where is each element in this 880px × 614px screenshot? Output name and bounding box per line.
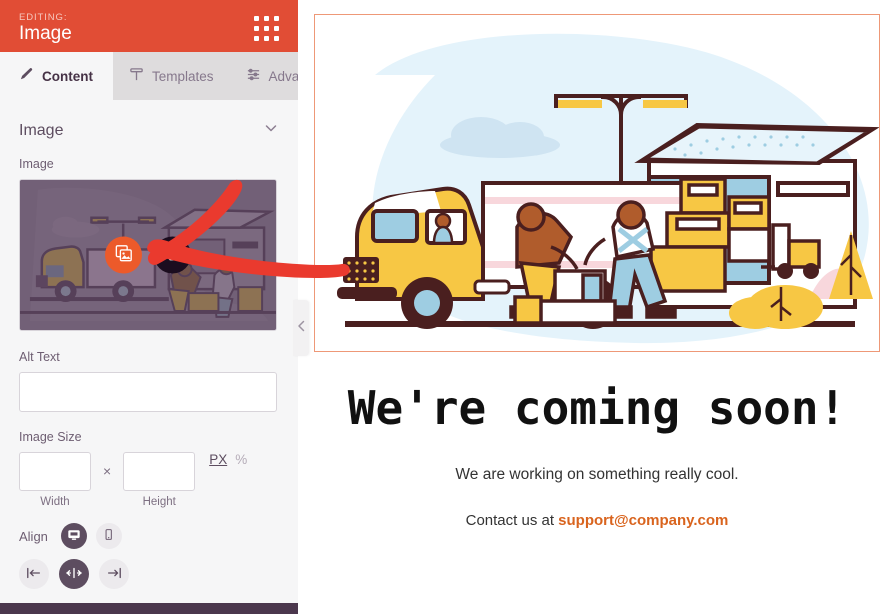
unit-toggle-group: PX %	[209, 452, 247, 467]
panel-tabs: Content Templates Advanced	[0, 52, 329, 100]
page-preview: We're coming soon! We are working on som…	[298, 0, 880, 614]
panel-body: Image Image Alt Text Image Size Width × …	[0, 100, 298, 614]
image-section-title: Image	[19, 121, 64, 139]
image-block-frame[interactable]	[314, 14, 880, 352]
warehouse-delivery-illustration	[315, 15, 879, 351]
device-toggle-mobile[interactable]	[95, 523, 122, 549]
alt-text-label: Alt Text	[19, 350, 60, 364]
chevron-left-icon	[297, 319, 306, 337]
contact-email-link[interactable]: support@company.com	[558, 512, 728, 529]
align-options	[19, 559, 279, 589]
image-field-label: Image	[19, 157, 54, 171]
thumbnail-actions	[20, 236, 276, 274]
settings-panel: EDITING: Image Content Templates Image I…	[0, 0, 329, 614]
mobile-icon	[102, 528, 115, 544]
editor-screen: EDITING: Image Content Templates Image I…	[0, 0, 880, 614]
device-toggle-desktop[interactable]	[60, 523, 87, 549]
coming-soon-contact: Contact us at support@company.com	[314, 512, 880, 529]
tab-content-label: Content	[42, 68, 93, 84]
width-input[interactable]	[19, 452, 91, 491]
template-icon	[129, 67, 144, 85]
align-left-button[interactable]	[19, 559, 49, 589]
replace-image-button[interactable]	[105, 236, 142, 274]
panel-header-text: EDITING: Image	[19, 13, 72, 44]
width-cell: Width	[19, 452, 91, 508]
align-center-icon	[65, 566, 83, 583]
size-separator: ×	[103, 463, 112, 479]
desktop-icon	[67, 528, 81, 545]
pencil-icon	[19, 67, 34, 85]
chevron-down-icon[interactable]	[263, 120, 279, 141]
image-thumbnail[interactable]	[19, 179, 277, 331]
align-right-icon	[106, 566, 122, 583]
align-right-button[interactable]	[99, 559, 129, 589]
unit-percent-button[interactable]: %	[235, 452, 247, 467]
height-caption: Height	[142, 496, 176, 508]
tab-templates[interactable]: Templates	[113, 52, 230, 100]
coming-soon-heading: We're coming soon!	[347, 381, 847, 435]
trash-icon	[165, 245, 181, 265]
image-section-header[interactable]: Image	[19, 100, 279, 157]
panel-collapse-handle[interactable]	[293, 300, 309, 356]
contact-prefix: Contact us at	[465, 511, 559, 529]
image-size-row: Width × Height PX %	[19, 452, 279, 508]
stacked-images-icon	[115, 245, 133, 266]
coming-soon-subtitle: We are working on something really cool.	[455, 465, 739, 483]
sliders-icon	[246, 67, 261, 85]
height-cell: Height	[123, 452, 196, 508]
align-label: Align	[19, 528, 48, 544]
panel-header: EDITING: Image	[0, 0, 298, 52]
editing-title: Image	[19, 23, 72, 45]
coming-soon-content: We're coming soon! We are working on som…	[314, 352, 880, 529]
alt-text-input[interactable]	[19, 372, 277, 412]
unit-px-button[interactable]: PX	[209, 452, 227, 467]
editing-label: EDITING:	[19, 12, 68, 24]
grid-dots-icon[interactable]	[254, 16, 279, 41]
delete-image-button[interactable]	[154, 236, 191, 274]
panel-footer-bar	[0, 603, 298, 614]
height-input[interactable]	[123, 452, 196, 491]
tab-templates-label: Templates	[152, 68, 214, 84]
image-size-label: Image Size	[19, 430, 82, 444]
align-device-row: Align	[19, 523, 279, 549]
width-caption: Width	[40, 496, 70, 508]
align-center-button[interactable]	[59, 559, 89, 589]
align-left-icon	[26, 566, 42, 583]
tab-content[interactable]: Content	[0, 52, 113, 100]
